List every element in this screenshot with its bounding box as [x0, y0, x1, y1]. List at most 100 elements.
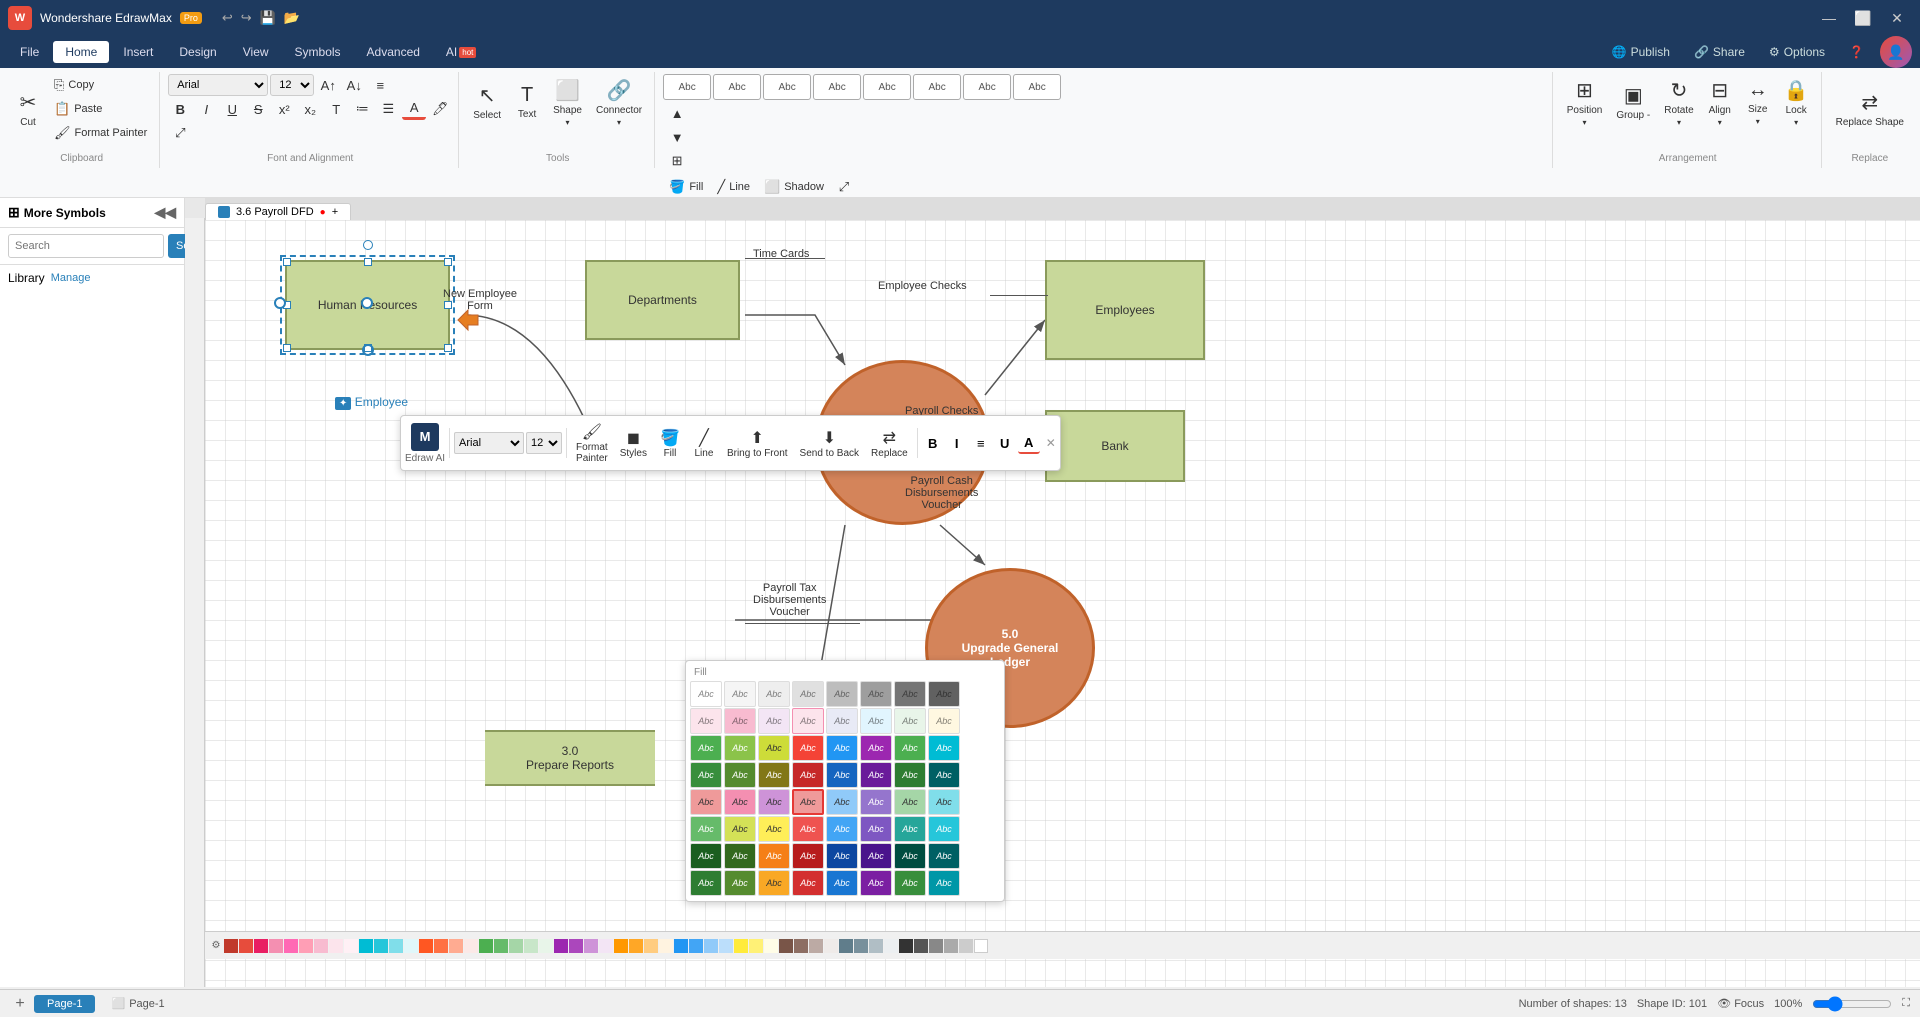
handle-tl[interactable]: [283, 258, 291, 266]
palette-color-gray[interactable]: [929, 939, 943, 953]
palette-color-26[interactable]: [599, 939, 613, 953]
menu-file[interactable]: File: [8, 41, 51, 63]
swatch-v2[interactable]: Abc: [724, 735, 756, 761]
font-color-btn[interactable]: A: [402, 98, 426, 120]
swatch-f8[interactable]: Abc: [928, 816, 960, 842]
swatch-v8[interactable]: Abc: [928, 735, 960, 761]
line-btn[interactable]: ╱Line: [711, 176, 756, 198]
copy-btn[interactable]: ⎘Copy: [48, 74, 153, 96]
sidebar-collapse-btn[interactable]: ◀◀: [154, 204, 176, 221]
ft-font-color-btn[interactable]: A: [1018, 432, 1040, 454]
group-btn[interactable]: ▣Group -: [1610, 74, 1656, 130]
italic-btn[interactable]: I: [194, 98, 218, 120]
palette-color-37[interactable]: [764, 939, 778, 953]
menu-view[interactable]: View: [231, 41, 281, 63]
ft-line-btn[interactable]: ╱ Line: [688, 426, 720, 461]
swatch-f3[interactable]: Abc: [758, 816, 790, 842]
publish-btn[interactable]: 🌐 Publish: [1604, 41, 1678, 63]
palette-color-43[interactable]: [854, 939, 868, 953]
conn-point-br[interactable]: [362, 344, 374, 356]
ft-font-select[interactable]: Arial: [454, 432, 524, 454]
position-btn[interactable]: ⊞Position▾: [1561, 74, 1609, 130]
swatch-p1[interactable]: Abc: [690, 708, 722, 734]
focus-label[interactable]: 👁 Focus: [1717, 997, 1764, 1010]
palette-color-36[interactable]: [749, 939, 763, 953]
select-btn[interactable]: ↖Select: [467, 74, 507, 130]
swatch-h4[interactable]: Abc: [792, 870, 824, 896]
align-btn[interactable]: ≡: [368, 74, 392, 96]
text-btn[interactable]: TText: [509, 74, 545, 130]
swatch-h7[interactable]: Abc: [894, 870, 926, 896]
palette-color-42[interactable]: [839, 939, 853, 953]
swatch-g8[interactable]: Abc: [928, 843, 960, 869]
conn-point-left[interactable]: [274, 297, 286, 309]
style-swatch-3[interactable]: Abc: [763, 74, 811, 100]
swatch-v1[interactable]: Abc: [690, 735, 722, 761]
swatch-f6[interactable]: Abc: [860, 816, 892, 842]
swatch-h6[interactable]: Abc: [860, 870, 892, 896]
swatch-v4[interactable]: Abc: [792, 735, 824, 761]
ft-replace-btn[interactable]: ⇄ Replace: [866, 426, 913, 461]
swatch-f4[interactable]: Abc: [792, 816, 824, 842]
highlight-btn[interactable]: 🖊: [428, 98, 452, 120]
swatch-d2[interactable]: Abc: [724, 762, 756, 788]
swatch-e7[interactable]: Abc: [894, 789, 926, 815]
swatch-p3[interactable]: Abc: [758, 708, 790, 734]
restore-btn[interactable]: ⬜: [1848, 7, 1878, 29]
increase-font-btn[interactable]: A↑: [316, 74, 340, 96]
palette-color-2[interactable]: [239, 939, 253, 953]
palette-color-3[interactable]: [254, 939, 268, 953]
handle-tm[interactable]: [364, 258, 372, 266]
palette-color-7[interactable]: [314, 939, 328, 953]
swatch-e5[interactable]: Abc: [826, 789, 858, 815]
swatch-p2[interactable]: Abc: [724, 708, 756, 734]
undo-btn[interactable]: ↩: [222, 10, 233, 26]
swatch-p5[interactable]: Abc: [826, 708, 858, 734]
styles-more-options[interactable]: ⤢: [832, 176, 856, 198]
palette-color-19[interactable]: [494, 939, 508, 953]
swatch-g7[interactable]: Abc: [894, 843, 926, 869]
fullscreen-btn[interactable]: ⛶: [1902, 997, 1910, 1010]
palette-color-21[interactable]: [524, 939, 538, 953]
swatch-g3[interactable]: Abc: [758, 843, 790, 869]
palette-color-44[interactable]: [869, 939, 883, 953]
subscript-btn[interactable]: x₂: [298, 98, 322, 120]
rotate-handle[interactable]: [363, 240, 373, 250]
swatch-w2[interactable]: Abc: [724, 681, 756, 707]
swatch-e6[interactable]: Abc: [860, 789, 892, 815]
avatar[interactable]: 👤: [1880, 36, 1912, 68]
palette-color-25[interactable]: [584, 939, 598, 953]
swatch-d4[interactable]: Abc: [792, 762, 824, 788]
palette-color-17[interactable]: [464, 939, 478, 953]
paste-btn[interactable]: 📋Paste: [48, 98, 153, 120]
swatch-v7[interactable]: Abc: [894, 735, 926, 761]
swatch-e4[interactable]: Abc: [792, 789, 824, 815]
swatch-h2[interactable]: Abc: [724, 870, 756, 896]
ft-italic-btn[interactable]: I: [946, 432, 968, 454]
employees-shape[interactable]: Employees: [1045, 260, 1205, 360]
manage-link[interactable]: Manage: [51, 272, 91, 284]
search-input[interactable]: [8, 234, 164, 258]
menu-insert[interactable]: Insert: [111, 41, 165, 63]
swatch-v3[interactable]: Abc: [758, 735, 790, 761]
palette-color-15[interactable]: [434, 939, 448, 953]
swatch-d5[interactable]: Abc: [826, 762, 858, 788]
palette-color-18[interactable]: [479, 939, 493, 953]
styles-scroll-up[interactable]: ▲: [665, 102, 689, 124]
palette-color-35[interactable]: [734, 939, 748, 953]
palette-color-20[interactable]: [509, 939, 523, 953]
swatch-d6[interactable]: Abc: [860, 762, 892, 788]
style-swatch-4[interactable]: Abc: [813, 74, 861, 100]
minimize-btn[interactable]: —: [1814, 7, 1844, 29]
cut-btn[interactable]: ✂Cut: [10, 81, 46, 137]
rotate-btn[interactable]: ↻Rotate▾: [1658, 74, 1699, 130]
swatch-w1[interactable]: Abc: [690, 681, 722, 707]
swatch-g4[interactable]: Abc: [792, 843, 824, 869]
swatch-w3[interactable]: Abc: [758, 681, 790, 707]
menu-ai[interactable]: AI hot: [434, 41, 488, 63]
swatch-g2[interactable]: Abc: [724, 843, 756, 869]
swatch-h8[interactable]: Abc: [928, 870, 960, 896]
swatch-h5[interactable]: Abc: [826, 870, 858, 896]
swatch-w5[interactable]: Abc: [826, 681, 858, 707]
prepare-reports-shape[interactable]: 3.0Prepare Reports: [485, 730, 655, 786]
